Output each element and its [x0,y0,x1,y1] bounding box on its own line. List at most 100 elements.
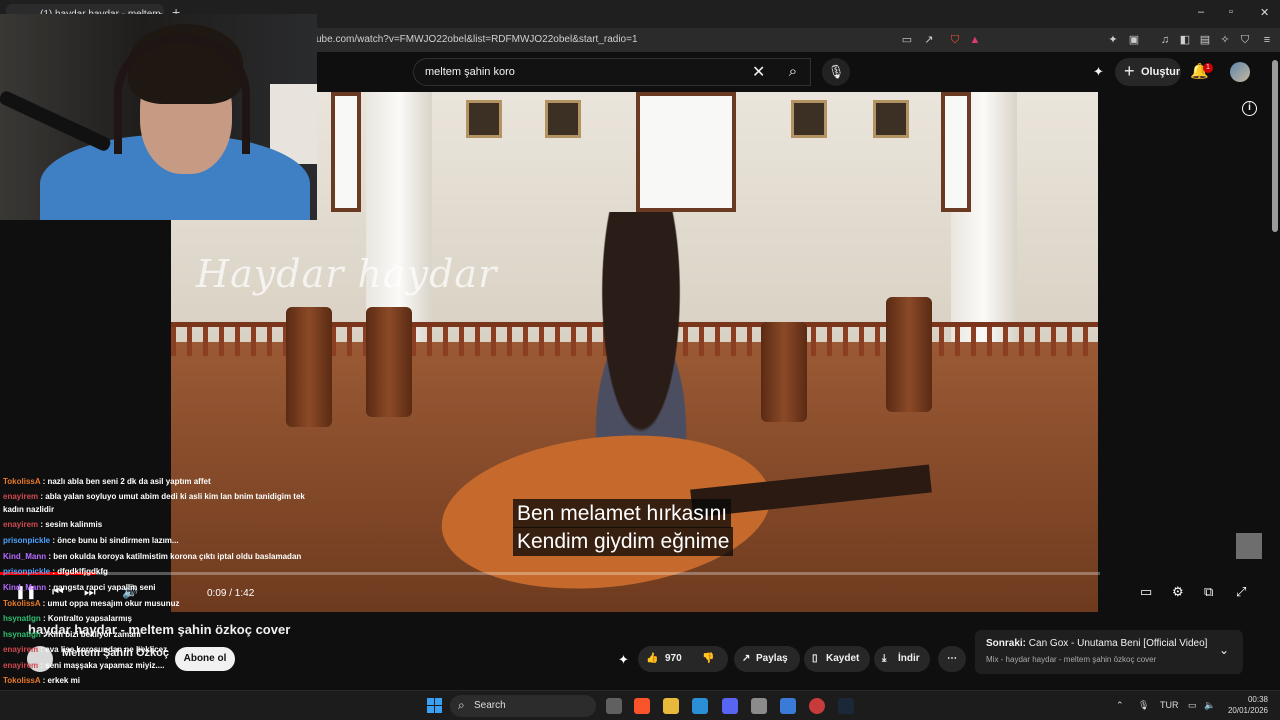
task-view-icon[interactable] [606,698,622,714]
chat-text: gangsta rapci yapalim seni [53,583,156,592]
maximize-icon[interactable]: ▫ [1229,6,1233,18]
app-icon-2[interactable] [780,698,796,714]
save-button[interactable]: ▯ Kaydet [804,646,870,672]
app-icon[interactable] [692,698,708,714]
mic-tray-icon[interactable]: 🎙 [1138,700,1149,711]
chat-username[interactable]: prisonpickle [3,536,50,545]
chat-username[interactable]: prisonpickle [3,567,50,576]
chat-text: seni maşşaka yapamaz miyiz.... [45,661,165,670]
clear-search-icon[interactable]: ✕ [752,62,765,82]
rewards-icon[interactable]: ▲ [968,33,982,47]
bookmark-icon: ▯ [812,653,818,664]
chat-username[interactable]: enayirem [3,520,38,529]
more-actions-icon[interactable]: ⋯ [938,646,966,672]
extensions-icon[interactable]: ✦ [1106,33,1120,47]
like-icon[interactable]: 👍 [646,646,658,672]
share-button[interactable]: ↗ Paylaş [734,646,800,672]
taskbar-clock[interactable]: 00:38 20/01/2026 [1226,694,1268,716]
video-painting [545,100,581,138]
sidebar-icon[interactable]: ◧ [1178,33,1192,47]
chat-username[interactable]: enayirem [3,492,38,501]
chat-message: hsynatlgn : Kim bizi bekliyor zamanı [3,629,141,640]
like-count[interactable]: 970 [665,646,682,672]
search-icon[interactable]: ⌕ [775,58,811,86]
ask-icon[interactable]: ✦ [618,652,629,668]
search-input[interactable]: meltem şahin koro [425,66,515,78]
video-window [636,92,736,212]
chat-separator: : [40,614,48,623]
language-indicator[interactable]: TUR [1160,700,1179,710]
chat-text: Kontralto yapsalarmış [47,614,132,623]
brave-icon[interactable] [634,698,650,714]
network-icon[interactable]: ▭ [1188,700,1197,711]
obs-icon[interactable] [809,698,825,714]
fullscreen-icon[interactable]: ⤢ [1236,584,1246,600]
tray-chevron-icon[interactable]: ⌃ [1116,700,1124,711]
chat-username[interactable]: TokolissA [3,676,40,685]
chat-text: sesim kalinmis [45,520,103,529]
chat-username[interactable]: TokolissA [3,599,40,608]
video-stump [366,307,412,417]
taskbar-search[interactable]: Search [450,695,596,717]
chat-username[interactable]: Kind_Mann [3,552,46,561]
chat-text: dfgdklfjgdkfg [57,567,108,576]
mic-icon[interactable]: 🎙 [822,58,850,86]
media-icon[interactable]: ♫ [1158,33,1172,47]
chat-username[interactable]: enayirem [3,661,38,670]
notification-badge: 1 [1203,63,1213,73]
scrollbar-thumb[interactable] [1272,60,1278,232]
chat-username[interactable]: Kind_Mann [3,583,46,592]
chat-message: enayirem : sesim kalinmis [3,519,102,530]
brave-shield-icon[interactable]: ⛉ [948,33,962,47]
windows-taskbar: Search ⌃ 🎙 TUR ▭ 🔈 00:38 20/01/2026 [0,690,1280,720]
miniplayer-icon[interactable]: ⧉ [1204,584,1213,600]
sparkle-icon[interactable]: ✦ [1093,64,1104,80]
next-prefix: Sonraki: [986,638,1027,649]
steam-icon[interactable] [838,698,854,714]
chat-username[interactable]: hsynatlgn [3,630,41,639]
create-button[interactable]: Oluştur [1115,58,1181,86]
video-painting [791,100,827,138]
vpn-icon[interactable]: ⛉ [1238,33,1252,47]
next-video-card[interactable]: Sonraki: Can Gox - Unutama Beni [Officia… [975,630,1243,674]
start-icon[interactable] [427,698,442,713]
time-display: 0:09 / 1:42 [207,588,255,599]
chat-username[interactable]: TokolissA [3,477,40,486]
close-window-icon[interactable]: ✕ [1260,6,1269,19]
leo-icon[interactable]: ✧ [1218,33,1232,47]
speaker-icon[interactable]: 🔈 [1204,700,1215,711]
chevron-down-icon[interactable]: ⌄ [1219,643,1229,657]
minimize-icon[interactable]: – [1198,6,1204,18]
subscribe-button[interactable]: Abone ol [175,647,235,671]
info-icon[interactable]: i [1242,101,1257,116]
download-button[interactable]: ⤓ İndir [874,646,930,672]
chat-username[interactable]: enayirem [3,645,38,654]
progress-bar[interactable] [0,572,1100,575]
screen-icon[interactable]: ▭ [900,33,914,47]
end-card-thumbnail[interactable] [1236,533,1262,559]
dislike-icon[interactable]: 👎 [702,646,714,672]
account-avatar[interactable] [1230,62,1250,82]
url-text[interactable]: ube.com/watch?v=FMWJO22obel&list=RDFMWJO… [316,34,638,45]
wallet-icon[interactable]: ▣ [1127,33,1141,47]
chat-text: erkek mi [47,676,80,685]
menu-icon[interactable]: ≡ [1260,33,1274,47]
settings-icon[interactable]: ⚙ [1172,584,1184,600]
chat-username[interactable]: hsynatlgn [3,614,41,623]
settings-app-icon[interactable] [751,698,767,714]
chat-message: prisonpickle : önce bunu bi sindirmem la… [3,535,179,546]
wallet2-icon[interactable]: ▤ [1198,33,1212,47]
video-window [331,92,361,212]
video-stump [886,297,932,412]
chat-text: nazlı abla ben seni 2 dk da asil yaptım … [47,477,211,486]
video-stump [286,307,332,427]
chat-message: enayirem : eva lise korosundan ne beklic… [3,644,167,655]
chat-message: Kind_Mann : gangsta rapci yapalim seni [3,582,155,593]
search-box[interactable]: meltem şahin koro ✕ [413,58,811,86]
share-icon[interactable]: ↗ [922,33,936,47]
chat-text: Kim bizi bekliyor zamanı [47,630,141,639]
captions-icon[interactable]: ▭ [1140,584,1152,600]
download-label: İndir [898,653,920,664]
file-explorer-icon[interactable] [663,698,679,714]
discord-icon[interactable] [722,698,738,714]
